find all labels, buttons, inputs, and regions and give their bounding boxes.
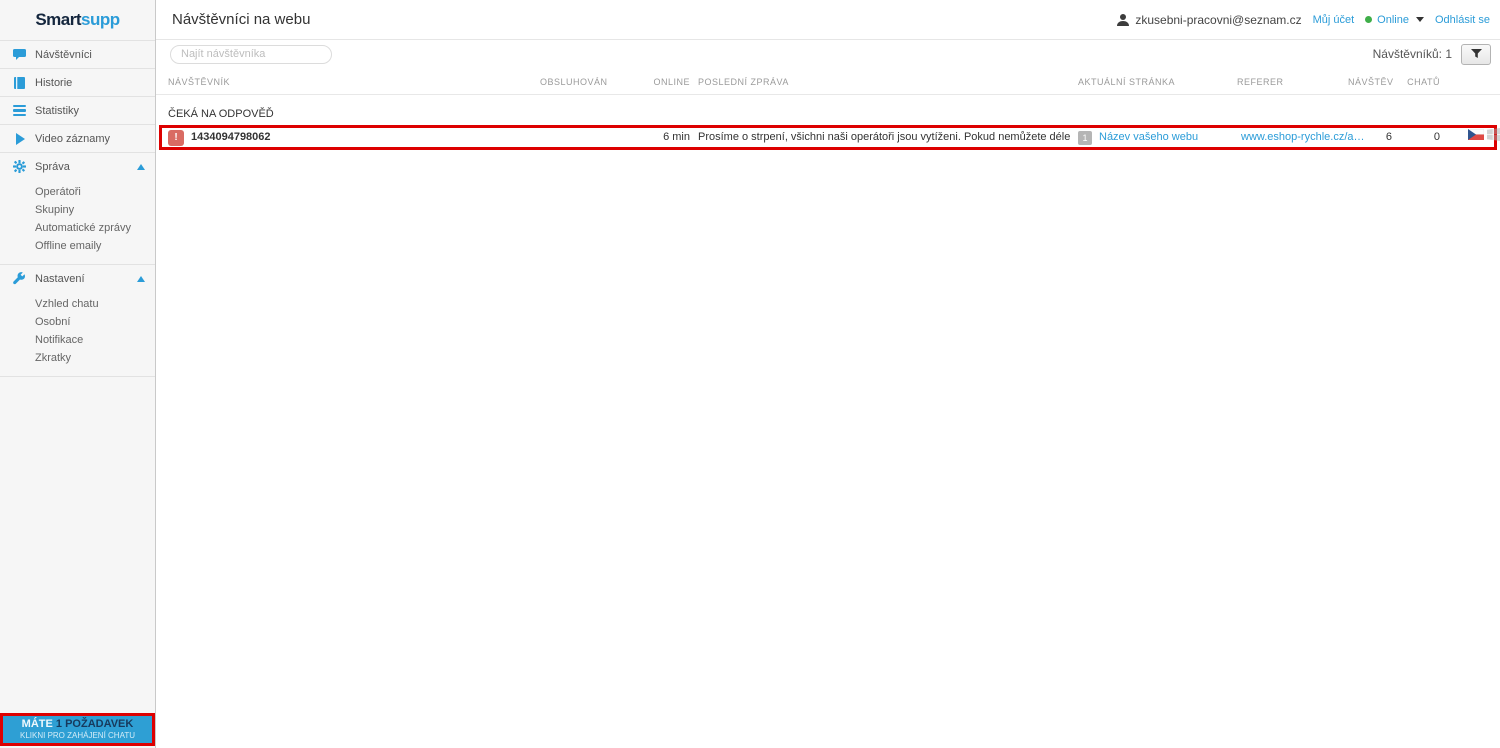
col-header-navstev[interactable]: NÁVŠTĚV xyxy=(1348,77,1393,87)
play-icon xyxy=(12,132,26,146)
sidebar-subitem-skupiny[interactable]: Skupiny xyxy=(35,201,155,219)
sidebar-subitem-zkratky[interactable]: Zkratky xyxy=(35,349,155,367)
chat-bubble-icon xyxy=(12,48,26,62)
header-right: zkusebni-pracovni@seznam.cz Můj účet Onl… xyxy=(1116,13,1490,27)
status-dropdown[interactable]: Online xyxy=(1365,14,1424,26)
book-icon xyxy=(12,76,26,90)
gear-icon xyxy=(12,160,26,174)
sidebar-subitem-automaticke-zpravy[interactable]: Automatické zprávy xyxy=(35,219,155,237)
sidebar-item-label: Historie xyxy=(35,76,73,89)
logo-text-supp: supp xyxy=(81,10,120,29)
col-header-obsluhovan[interactable]: OBSLUHOVÁN xyxy=(540,77,608,87)
request-count: 1 POŽADAVEK xyxy=(55,718,134,730)
toolbar: Návštěvníků: 1 xyxy=(156,40,1500,68)
visitor-cell: ! 1434094798062 xyxy=(168,128,271,147)
alert-icon: ! xyxy=(168,130,184,146)
sidebar-section-label: Správa xyxy=(35,160,70,173)
logo-text-smart: Smart xyxy=(35,10,82,29)
col-header-referer[interactable]: REFERER xyxy=(1237,77,1284,87)
sidebar-item-label: Video záznamy xyxy=(35,132,111,145)
request-banner-line1: MÁTE 1 POŽADAVEK xyxy=(21,718,134,730)
sidebar-item-historie[interactable]: Historie xyxy=(0,68,155,96)
col-header-posledni-zprava[interactable]: POSLEDNÍ ZPRÁVA xyxy=(698,77,789,87)
sidebar-subitem-vzhled-chatu[interactable]: Vzhled chatu xyxy=(35,295,155,313)
page-count-badge: 1 xyxy=(1078,131,1092,145)
online-duration: 6 min xyxy=(663,131,690,143)
visitor-row[interactable]: ! 1434094798062 6 min Prosíme o strpení,… xyxy=(159,125,1500,150)
sidebar-item-video-zaznamy[interactable]: Video záznamy xyxy=(0,124,155,152)
section-label-ceka-na-odpoved: ČEKÁ NA ODPOVĚĎ xyxy=(168,108,274,120)
caret-down-icon xyxy=(1415,17,1424,22)
logout-link[interactable]: Odhlásit se xyxy=(1435,14,1490,26)
sidebar-item-label: Návštěvníci xyxy=(35,48,92,61)
sidebar-item-label: Statistiky xyxy=(35,104,80,117)
czech-flag-icon xyxy=(1467,128,1485,147)
bars-icon xyxy=(12,104,26,118)
chevron-up-icon[interactable] xyxy=(137,163,145,170)
current-page-link[interactable]: Název vašeho webu xyxy=(1099,128,1198,147)
col-header-navstevnik[interactable]: NÁVŠTĚVNÍK xyxy=(168,77,230,87)
my-account-link[interactable]: Můj účet xyxy=(1313,14,1355,26)
page-title: Návštěvníci na webu xyxy=(172,11,311,28)
main-panel: Návštěvníci na webu zkusebni-pracovni@se… xyxy=(156,0,1500,748)
sidebar-subitem-osobni[interactable]: Osobní xyxy=(35,313,155,331)
toolbar-right: Návštěvníků: 1 xyxy=(1372,43,1491,65)
visitor-id: 1434094798062 xyxy=(191,131,271,143)
sidebar-section-sprava[interactable]: Správa xyxy=(0,152,155,180)
user-email: zkusebni-pracovni@seznam.cz xyxy=(1116,13,1302,27)
sidebar-section-nastaveni[interactable]: Nastavení xyxy=(0,264,155,292)
sidebar-subitem-operatori[interactable]: Operátoři xyxy=(35,183,155,201)
sidebar: Smart supp Návštěvníci Historie Statistik… xyxy=(0,0,156,748)
col-header-chatu[interactable]: CHATŮ xyxy=(1406,77,1440,87)
smartsupp-logo: Smart supp xyxy=(0,0,155,40)
sidebar-section-label: Nastavení xyxy=(35,272,85,285)
chats-count: 0 xyxy=(1433,131,1440,143)
online-status-dot xyxy=(1365,16,1373,23)
table-header: NÁVŠTĚVNÍK OBSLUHOVÁN ONLINE POSLEDNÍ ZP… xyxy=(156,68,1500,95)
nastaveni-sublist: Vzhled chatu Osobní Notifikace Zkratky xyxy=(0,292,155,376)
windows-icon xyxy=(1487,128,1500,148)
last-message: Prosíme o strpení, všichni naši operátoř… xyxy=(698,131,1072,143)
status-label: Online xyxy=(1377,13,1409,26)
main-header: Návštěvníci na webu zkusebni-pracovni@se… xyxy=(156,0,1500,40)
sidebar-subitem-notifikace[interactable]: Notifikace xyxy=(35,331,155,349)
sidebar-item-statistiky[interactable]: Statistiky xyxy=(0,96,155,124)
filter-icon xyxy=(1470,49,1482,58)
person-icon xyxy=(1117,13,1130,26)
chevron-up-icon[interactable] xyxy=(137,275,145,282)
col-header-online[interactable]: ONLINE xyxy=(626,77,690,87)
visits-count: 6 xyxy=(1385,131,1392,143)
filter-button[interactable] xyxy=(1461,43,1491,65)
visitors-count: Návštěvníků: 1 xyxy=(1372,47,1452,61)
col-header-aktualni-stranka[interactable]: AKTUÁLNÍ STRÁNKA xyxy=(1078,77,1175,87)
referer-link[interactable]: www.eshop-rychle.cz/a… xyxy=(1241,128,1365,147)
sidebar-subitem-offline-emaily[interactable]: Offline emaily xyxy=(35,237,155,255)
sprava-sublist: Operátoři Skupiny Automatické zprávy Off… xyxy=(0,180,155,264)
request-banner[interactable]: MÁTE 1 POŽADAVEK KLIKNI PRO ZAHÁJENÍ CHA… xyxy=(0,713,155,746)
sidebar-item-navstevnici[interactable]: Návštěvníci xyxy=(0,40,155,68)
sidebar-divider xyxy=(0,376,155,377)
request-banner-line2: KLIKNI PRO ZAHÁJENÍ CHATU xyxy=(20,731,135,740)
search-input[interactable] xyxy=(170,44,332,64)
wrench-icon xyxy=(12,272,26,286)
